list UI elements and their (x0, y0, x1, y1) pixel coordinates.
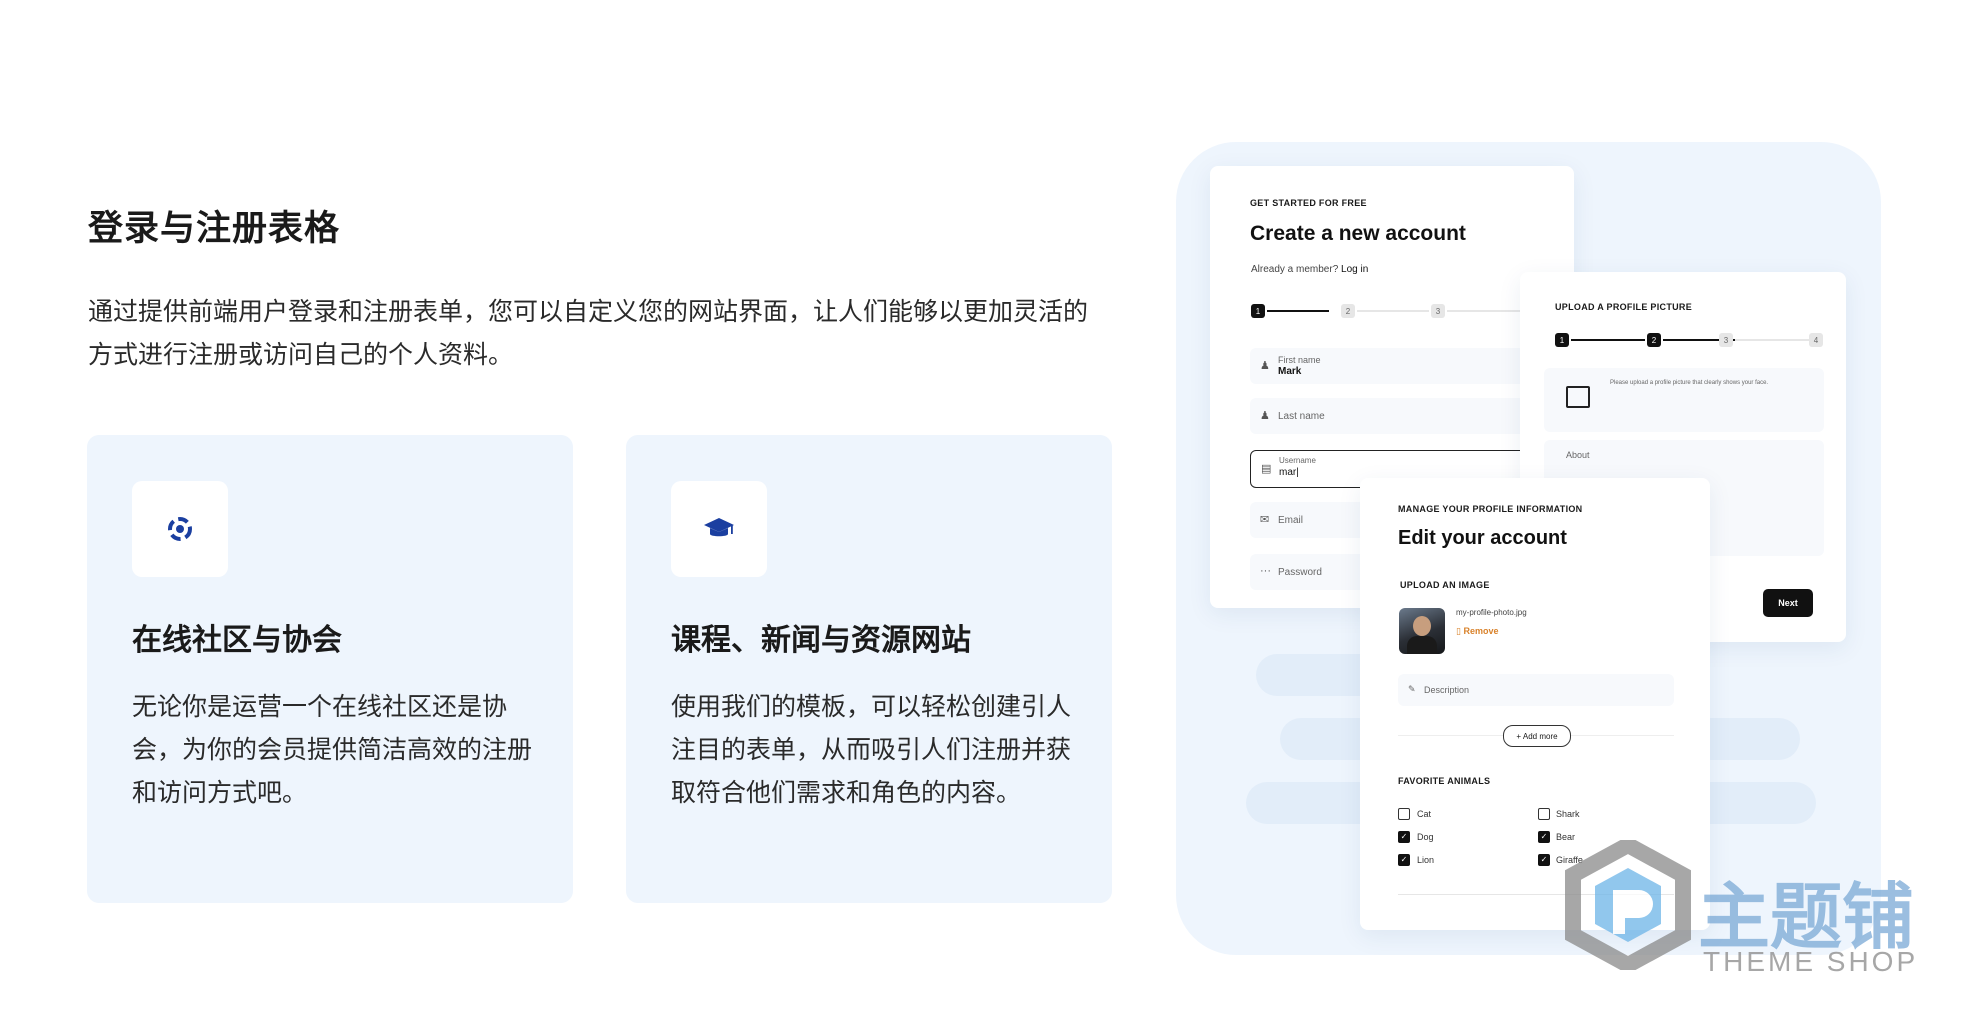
description-placeholder: Description (1424, 685, 1470, 695)
pencil-icon: ✎ (1408, 684, 1416, 694)
last-name-placeholder: Last name (1278, 411, 1325, 422)
animal-label: Dog (1417, 832, 1434, 842)
upload-hint: Please upload a profile picture that cle… (1610, 380, 1769, 386)
about-placeholder: About (1566, 450, 1590, 460)
upload-eyebrow: UPLOAD A PROFILE PICTURE (1555, 302, 1693, 312)
animal-checkbox-lion[interactable]: ✓ (1398, 854, 1410, 866)
community-icon (168, 517, 192, 541)
envelope-icon: ✉ (1260, 514, 1270, 526)
step-1: 1 (1251, 304, 1265, 318)
filename: my-profile-photo.jpg (1456, 608, 1527, 617)
step-3: 3 (1719, 333, 1733, 347)
step-1: 1 (1555, 333, 1569, 347)
step-connector (1735, 339, 1811, 341)
username-value: mar| (1279, 467, 1299, 478)
dots-icon: ··· (1260, 565, 1271, 577)
feature-card-community: 在线社区与协会 无论你是运营一个在线社区还是协会，为你的会员提供简洁高效的注册和… (87, 435, 573, 903)
step-3: 3 (1431, 304, 1445, 318)
username-label: Username (1279, 456, 1316, 465)
step-2: 2 (1647, 333, 1661, 347)
remove-image-button[interactable]: ▯ Remove (1456, 626, 1498, 637)
description-field[interactable]: ✎ Description (1398, 674, 1674, 706)
step-2: 2 (1341, 304, 1355, 318)
edit-heading: Edit your account (1398, 527, 1567, 549)
feature-title: 在线社区与协会 (132, 623, 342, 658)
add-more-button[interactable]: + Add more (1503, 725, 1571, 747)
feature-card-courses: 课程、新闻与资源网站 使用我们的模板，可以轻松创建引人注目的表单，从而吸引人们注… (626, 435, 1112, 903)
animal-label: Cat (1417, 809, 1432, 819)
animal-checkbox-giraffe[interactable]: ✓ (1538, 854, 1550, 866)
step-connector (1571, 339, 1645, 341)
password-placeholder: Password (1278, 567, 1322, 578)
feature-icon-box (132, 481, 228, 577)
first-name-label: First name (1278, 355, 1321, 365)
feature-title: 课程、新闻与资源网站 (671, 623, 971, 658)
email-placeholder: Email (1278, 515, 1304, 526)
animal-checkbox-cat[interactable] (1398, 808, 1410, 820)
last-name-field[interactable]: ♟ Last name (1250, 398, 1550, 434)
animal-label: Shark (1556, 809, 1580, 819)
watermark-sub: THEME SHOP (1703, 946, 1919, 977)
user-icon: ♟ (1260, 410, 1270, 422)
page-description: 通过提供前端用户登录和注册表单，您可以自定义您的网站界面，让人们能够以更加灵活的… (88, 297, 1089, 369)
favorite-animals-label: FAVORITE ANIMALS (1398, 776, 1491, 786)
feature-text: 无论你是运营一个在线社区还是协会，为你的会员提供简洁高效的注册和访问方式吧。 (132, 692, 533, 807)
next-button[interactable]: Next (1763, 589, 1813, 617)
avatar (1399, 608, 1445, 654)
edit-eyebrow: MANAGE YOUR PROFILE INFORMATION (1398, 504, 1583, 514)
page-title: 登录与注册表格 (88, 209, 341, 249)
id-card-icon: ▤ (1261, 463, 1272, 475)
animal-checkbox-bear[interactable]: ✓ (1538, 831, 1550, 843)
step-connector (1267, 310, 1329, 312)
remove-label: Remove (1463, 626, 1499, 636)
step-4: 4 (1809, 333, 1823, 347)
trash-icon: ▯ (1456, 626, 1461, 636)
feature-text: 使用我们的模板，可以轻松创建引人注目的表单，从而吸引人们注册并获取符合他们需求和… (671, 692, 1072, 807)
profile-picture-dropzone[interactable]: Please upload a profile picture that cle… (1544, 368, 1824, 432)
animal-label: Lion (1417, 855, 1435, 865)
signup-eyebrow: GET STARTED FOR FREE (1250, 198, 1367, 208)
animal-checkbox-dog[interactable]: ✓ (1398, 831, 1410, 843)
first-name-field[interactable]: ♟ First name Mark (1250, 348, 1550, 384)
graduation-cap-icon (704, 518, 734, 537)
member-text: Already a member? (1251, 264, 1339, 275)
animal-checkbox-shark[interactable] (1538, 808, 1550, 820)
first-name-value: Mark (1278, 366, 1302, 377)
upload-image-label: UPLOAD AN IMAGE (1400, 580, 1490, 590)
user-icon: ♟ (1260, 360, 1270, 372)
step-connector (1357, 310, 1429, 312)
login-link[interactable]: Log in (1341, 264, 1368, 275)
signup-heading: Create a new account (1250, 222, 1466, 245)
feature-icon-box (671, 481, 767, 577)
theme-shop-logo-icon (1565, 840, 1691, 970)
image-icon (1566, 386, 1590, 408)
